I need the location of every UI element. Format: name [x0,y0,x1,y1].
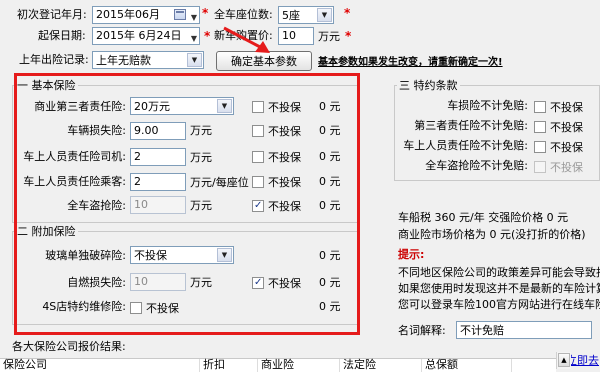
required-star: * [204,29,211,43]
last-claim-select[interactable]: 上年无赔款 ▼ [92,51,204,69]
chevron-down-icon[interactable]: ▼ [317,8,332,22]
seats-select[interactable]: 5座 ▼ [278,6,334,24]
special-item-label: 车损险不计免赔: [447,99,528,112]
price-input[interactable]: 10 [278,27,314,45]
seats-label: 全车座位数: [214,8,273,21]
required-star: * [202,6,209,20]
special-clauses-legend: 三 特约条款 [399,79,458,92]
scroll-up-icon[interactable]: ▲ [558,353,570,367]
special-item-checkbox[interactable]: 不投保 [534,139,583,155]
start-date-picker[interactable]: 2015年 6月24日 ▼ [92,27,200,45]
calendar-icon[interactable] [174,9,186,20]
results-scrollbar[interactable]: ▲ [556,352,571,369]
highlight-box [14,73,360,335]
chevron-down-icon[interactable]: ▼ [191,31,197,47]
column-header[interactable]: 法定险 [340,359,422,372]
tip-line: 如果您使用时发现这并不是最新的车险计算方 [398,282,600,295]
special-item-label: 车上人员责任险不计免赔: [403,139,528,152]
column-header[interactable]: 商业险 [258,359,340,372]
special-item-label: 全车盗抢险不计免赔: [425,159,528,172]
start-date-label: 起保日期: [38,29,86,42]
market-price-summary: 商业险市场价格为 0 元(没打折的价格) [398,228,586,241]
first-registration-picker[interactable]: 2015年06月 ▼ [92,6,200,24]
quote-results-label: 各大保险公司报价结果: [12,340,126,353]
parameter-change-notice: 基本参数如果发生改变，请重新确定一次! [318,57,503,68]
required-star: * [345,29,352,43]
special-item-checkbox[interactable]: 不投保 [534,99,583,115]
special-item-checkbox[interactable]: 不投保 [534,119,583,135]
chevron-down-icon[interactable]: ▼ [187,53,202,67]
red-arrow-annotation [223,26,270,53]
tip-title: 提示: [398,248,425,261]
last-claim-value: 上年无赔款 [96,54,151,67]
first-registration-value: 2015年06月 [96,8,160,21]
required-star: * [344,6,351,20]
column-header[interactable]: 折扣 [200,359,258,372]
start-date-value: 2015年 6月24日 [96,29,182,42]
term-select[interactable]: 不计免赔 [456,321,592,339]
tip-line: 不同地区保险公司的政策差异可能会导致报价 [398,266,600,279]
term-value: 不计免赔 [460,324,504,337]
tax-summary: 车船税 360 元/年 交强险价格 0 元 [398,211,569,224]
first-registration-label: 初次登记年月: [17,8,87,21]
tip-line: 您可以登录车险100官方网站进行在线车险计 [398,298,600,311]
column-header[interactable]: 总保额 [422,359,512,372]
special-item-checkbox[interactable]: 不投保 [534,159,583,175]
term-label: 名词解释: [398,324,446,337]
column-header[interactable]: 保险公司 [0,359,200,372]
results-table-header: 保险公司 折扣 商业险 法定险 总保额 [0,358,556,372]
last-claim-label: 上年出险记录: [19,53,89,66]
seats-value: 5座 [282,9,300,22]
chevron-down-icon[interactable]: ▼ [191,10,197,26]
special-item-label: 第三者责任险不计免赔: [414,119,528,132]
price-unit: 万元 [318,30,340,43]
